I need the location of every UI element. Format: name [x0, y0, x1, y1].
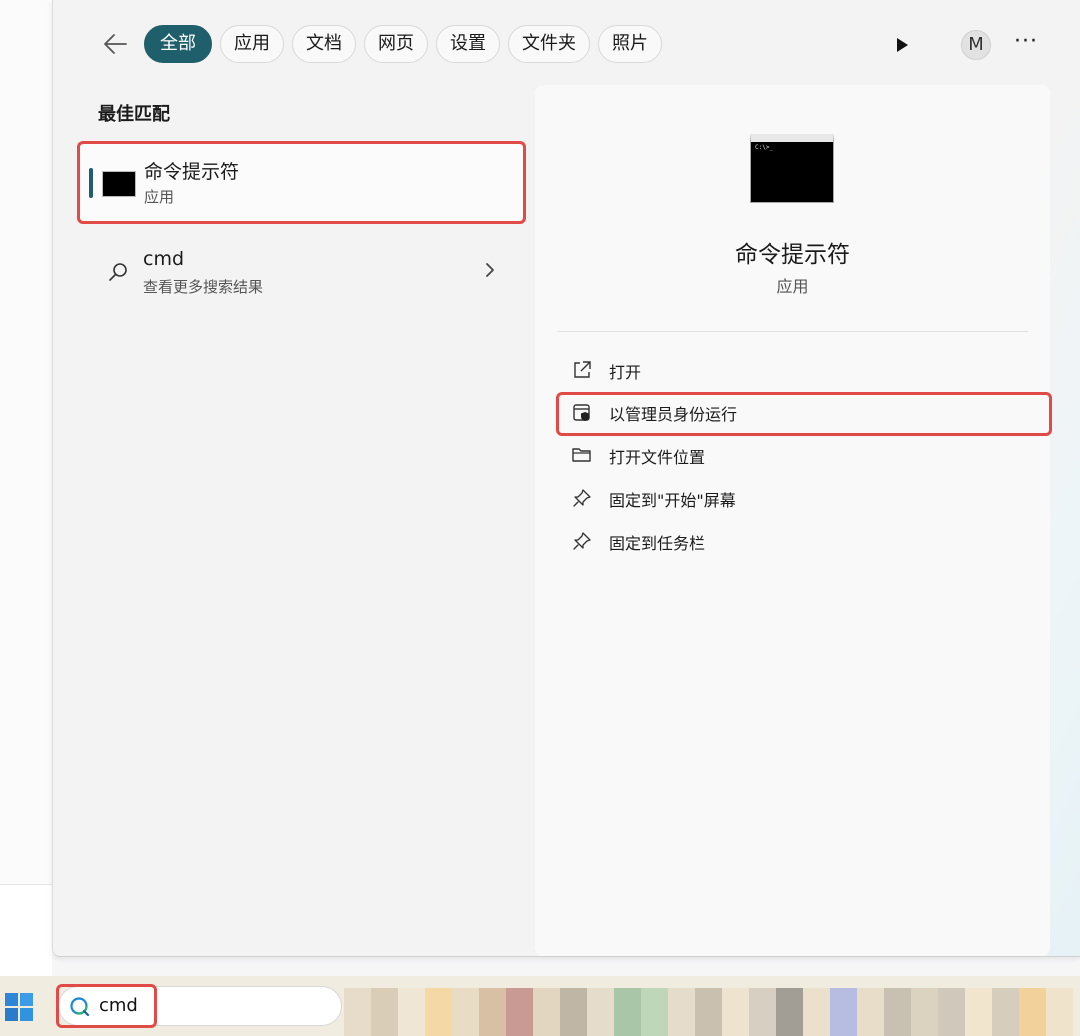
taskbar-app-icon[interactable]: [479, 988, 506, 1036]
tab-all[interactable]: 全部: [144, 25, 212, 63]
detail-app-kind: 应用: [776, 277, 809, 296]
play-icon: [897, 38, 908, 52]
taskbar-app-icon[interactable]: [803, 988, 830, 1036]
back-button[interactable]: [100, 28, 132, 60]
taskbar-app-icon[interactable]: [587, 988, 614, 1036]
taskbar-app-icons: [344, 988, 1073, 1036]
tab-web[interactable]: 网页: [364, 25, 428, 63]
taskbar-app-icon[interactable]: [425, 988, 452, 1036]
taskbar-app-icon[interactable]: [533, 988, 560, 1036]
filter-chips: 全部 应用 文档 网页 设置 文件夹 照片: [144, 25, 662, 63]
action-open-file-location[interactable]: 打开文件位置: [557, 435, 1027, 475]
action-pin-to-start[interactable]: 固定到"开始"屏幕: [557, 478, 1027, 518]
detail-pane: C:\>_ 命令提示符 应用 打开 以管理员身份运行 打开文件位置 固定到"开始…: [535, 85, 1050, 956]
pin-icon: [573, 489, 591, 507]
annotation-highlight-search-box: [56, 984, 157, 1028]
action-open-file-location-label: 打开文件位置: [609, 448, 706, 467]
tab-documents[interactable]: 文档: [292, 25, 356, 63]
folder-icon: [572, 448, 591, 462]
taskbar-app-icon[interactable]: [1019, 988, 1046, 1036]
web-search-query: cmd: [143, 248, 185, 270]
taskbar-app-icon[interactable]: [452, 988, 479, 1036]
annotation-highlight-run-as-admin: [556, 392, 1052, 436]
thumbnail-text: C:\>_: [755, 144, 774, 151]
action-pin-to-taskbar[interactable]: 固定到任务栏: [557, 521, 1027, 561]
action-open-label: 打开: [609, 363, 642, 382]
action-pin-to-start-label: 固定到"开始"屏幕: [609, 491, 736, 510]
account-avatar[interactable]: M: [961, 30, 991, 60]
taskbar-app-icon[interactable]: [830, 988, 857, 1036]
chevron-right-icon: [486, 263, 494, 277]
taskbar-app-icon[interactable]: [344, 988, 371, 1036]
taskbar-app-icon[interactable]: [884, 988, 911, 1036]
action-pin-to-taskbar-label: 固定到任务栏: [609, 534, 706, 553]
background-window-lower: [0, 884, 52, 977]
tab-settings[interactable]: 设置: [436, 25, 500, 63]
taskbar-app-icon[interactable]: [560, 988, 587, 1036]
tab-folders[interactable]: 文件夹: [508, 25, 590, 63]
web-search-subtitle: 查看更多搜索结果: [143, 278, 264, 296]
taskbar-app-icon[interactable]: [641, 988, 668, 1036]
background-window-left: [0, 0, 53, 884]
pin-icon: [573, 532, 591, 550]
tab-apps[interactable]: 应用: [220, 25, 284, 63]
more-options-button[interactable]: ···: [1012, 31, 1040, 60]
start-button[interactable]: [4, 992, 34, 1022]
taskbar-app-icon[interactable]: [857, 988, 884, 1036]
taskbar-app-icon[interactable]: [749, 988, 776, 1036]
taskbar-app-icon[interactable]: [776, 988, 803, 1036]
taskbar-app-icon[interactable]: [695, 988, 722, 1036]
taskbar-app-icon[interactable]: [1046, 988, 1073, 1036]
open-external-icon: [574, 361, 591, 378]
taskbar-app-icon[interactable]: [965, 988, 992, 1036]
windows-logo-icon: [5, 993, 33, 1021]
web-search-result[interactable]: cmd 查看更多搜索结果: [80, 236, 523, 306]
taskbar-app-icon[interactable]: [398, 988, 425, 1036]
play-button[interactable]: [890, 33, 914, 57]
taskbar-app-icon[interactable]: [938, 988, 965, 1036]
taskbar-app-icon[interactable]: [992, 988, 1019, 1036]
taskbar-app-icon[interactable]: [722, 988, 749, 1036]
taskbar-app-icon[interactable]: [614, 988, 641, 1036]
search-icon: [109, 263, 127, 281]
taskbar-app-icon[interactable]: [911, 988, 938, 1036]
annotation-highlight-best-match: [77, 141, 526, 224]
taskbar-app-icon[interactable]: [371, 988, 398, 1036]
taskbar-app-icon[interactable]: [668, 988, 695, 1036]
best-match-heading: 最佳匹配: [98, 104, 170, 125]
detail-app-name: 命令提示符: [735, 242, 850, 268]
detail-divider: [557, 331, 1028, 332]
action-open[interactable]: 打开: [557, 350, 1027, 390]
command-prompt-large-icon: C:\>_: [750, 134, 834, 203]
tab-photos[interactable]: 照片: [598, 25, 662, 63]
arrow-left-icon: [104, 34, 127, 54]
taskbar-app-icon[interactable]: [506, 988, 533, 1036]
